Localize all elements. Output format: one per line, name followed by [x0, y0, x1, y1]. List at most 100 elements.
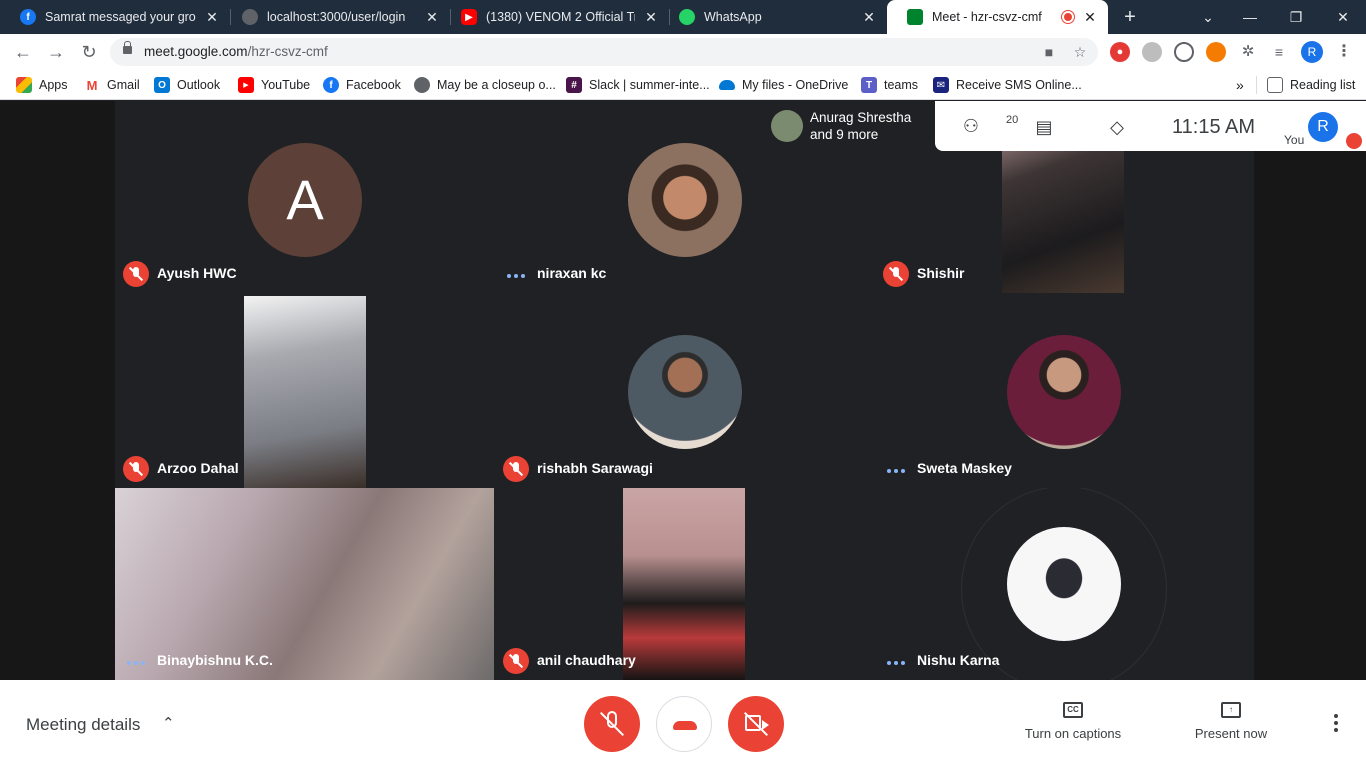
extension-icon[interactable] [1206, 42, 1226, 62]
close-icon[interactable]: ✕ [424, 9, 440, 26]
forward-button[interactable]: → [43, 39, 69, 65]
participant-tile[interactable]: A Ayush HWC [115, 101, 494, 293]
more-bookmarks-button[interactable]: » [1236, 76, 1244, 94]
avatar [1007, 335, 1121, 449]
mic-off-icon [503, 456, 529, 482]
audio-level-icon [887, 469, 905, 473]
gmail-icon: M [84, 77, 100, 93]
participant-tile[interactable]: Arzoo Dahal [115, 296, 494, 488]
avatar [628, 143, 742, 257]
close-icon[interactable]: ✕ [861, 9, 877, 26]
presenter-chip[interactable]: Anurag Shrestha and 9 more [763, 101, 935, 151]
close-window-button[interactable]: ✕ [1329, 3, 1357, 31]
recording-indicator-icon [1062, 11, 1074, 23]
facebook-icon: f [323, 77, 339, 93]
tab-title: WhatsApp [704, 10, 762, 24]
bookmark-star-icon[interactable]: ☆ [1071, 43, 1089, 61]
extension-icon[interactable] [1174, 42, 1194, 62]
address-bar[interactable]: meet.google.com/hzr-csvz-cmf ■ ☆ [110, 38, 1098, 66]
tab-localhost[interactable]: localhost:3000/user/login ✕ [222, 0, 450, 34]
new-tab-button[interactable]: + [1118, 5, 1142, 29]
camera-in-use-icon[interactable]: ■ [1040, 43, 1058, 61]
people-icon[interactable]: ⚇ [958, 113, 984, 139]
close-icon[interactable]: ✕ [643, 9, 659, 26]
tab-strip: f Samrat messaged your group ✕ localhost… [0, 0, 1366, 34]
profile-avatar[interactable]: R [1301, 41, 1323, 63]
participant-tile[interactable]: Binaybishnu K.C. [115, 488, 494, 680]
participant-tile[interactable]: Nishu Karna [875, 488, 1254, 680]
tab-search-button[interactable]: ⌄ [1194, 3, 1222, 31]
chevron-up-icon[interactable]: ⌃ [162, 714, 175, 732]
bookmark-receive-sms[interactable]: ✉ Receive SMS Online... [933, 76, 1082, 94]
avatar [628, 335, 742, 449]
people-count: 20 [1006, 114, 1019, 126]
left-gutter [0, 101, 115, 680]
meeting-clock: 11:15 AM [1172, 116, 1256, 138]
close-icon[interactable]: ✕ [1082, 9, 1098, 26]
avatar: A [248, 143, 362, 257]
minimize-button[interactable]: — [1236, 3, 1264, 31]
outlook-icon: O [154, 77, 170, 93]
activities-icon[interactable]: ◇ [1104, 114, 1130, 140]
bookmarks-bar: Apps M Gmail O Outlook ▶ YouTube f Faceb… [0, 70, 1366, 100]
leave-call-button[interactable] [656, 696, 712, 752]
toggle-mic-button[interactable] [584, 696, 640, 752]
bookmark-slack[interactable]: # Slack | summer-inte... [566, 76, 710, 94]
bookmark-apps[interactable]: Apps [16, 76, 68, 94]
bookmark-teams[interactable]: T teams [861, 76, 918, 94]
browser-toolbar: ← → ↻ meet.google.com/hzr-csvz-cmf ■ ☆ ●… [0, 34, 1366, 70]
tab-title: Meet - hzr-csvz-cmf [932, 10, 1042, 24]
mic-off-icon [883, 261, 909, 287]
whatsapp-icon [679, 9, 695, 25]
tab-facebook[interactable]: f Samrat messaged your group ✕ [0, 0, 230, 34]
onedrive-icon [719, 80, 735, 90]
bookmark-facebook[interactable]: f Facebook [323, 76, 401, 94]
teams-icon: T [861, 77, 877, 93]
participant-tile[interactable]: rishabh Sarawagi [495, 296, 874, 488]
self-avatar[interactable]: R [1308, 112, 1338, 142]
bookmark-youtube[interactable]: ▶ YouTube [238, 76, 310, 94]
avatar [1007, 527, 1121, 641]
bookmark-gmail[interactable]: M Gmail [84, 76, 140, 94]
mic-off-icon [503, 648, 529, 674]
menu-kebab-icon[interactable]: ⋮ [1334, 42, 1354, 62]
bookmark-closeup[interactable]: May be a closeup o... [414, 76, 556, 94]
present-now-button[interactable]: ↑ Present now [1186, 702, 1276, 741]
reading-list-button[interactable]: Reading list [1267, 76, 1355, 94]
tab-meet[interactable]: Meet - hzr-csvz-cmf ✕ [887, 0, 1108, 34]
mic-off-icon [123, 456, 149, 482]
participant-name: Ayush HWC [157, 265, 237, 281]
present-label: Present now [1194, 726, 1268, 741]
back-button[interactable]: ← [10, 39, 36, 65]
meeting-details-button[interactable]: Meeting details [26, 715, 140, 735]
meeting-info-overlay: Anurag Shrestha and 9 more [763, 101, 1366, 151]
youtube-icon: ▶ [461, 9, 477, 25]
reading-list-icon [1267, 77, 1283, 93]
avatar [771, 110, 803, 142]
participant-name: anil chaudhary [537, 652, 636, 668]
reload-button[interactable]: ↻ [76, 39, 102, 65]
participant-tile[interactable]: Sweta Maskey [875, 296, 1254, 488]
puzzle-icon[interactable]: ✲ [1238, 42, 1258, 62]
bookmark-outlook[interactable]: O Outlook [154, 76, 220, 94]
tab-youtube[interactable]: ▶ (1380) VENOM 2 Official Trail ✕ [441, 0, 669, 34]
participant-name: Sweta Maskey [917, 460, 1012, 476]
more-options-icon[interactable] [1328, 714, 1344, 734]
extension-icon[interactable] [1142, 42, 1162, 62]
chat-icon[interactable]: ▤ [1031, 114, 1057, 140]
media-control-icon[interactable]: ≡ [1269, 42, 1289, 62]
extension-icon[interactable]: ● [1110, 42, 1130, 62]
restore-button[interactable]: ❐ [1282, 3, 1310, 31]
video-feed [623, 488, 745, 680]
apps-grid-icon [16, 77, 32, 93]
participant-name: Nishu Karna [917, 652, 1000, 668]
self-label: You [1284, 133, 1305, 147]
tab-title: Samrat messaged your group [45, 10, 196, 24]
participant-tile[interactable]: anil chaudhary [495, 488, 874, 680]
bookmark-onedrive[interactable]: My files - OneDrive [719, 76, 848, 94]
close-icon[interactable]: ✕ [204, 9, 220, 26]
toggle-camera-button[interactable] [728, 696, 784, 752]
captions-button[interactable]: CC Turn on captions [1018, 702, 1128, 741]
tab-whatsapp[interactable]: WhatsApp ✕ [659, 0, 887, 34]
hang-up-icon [673, 721, 697, 730]
